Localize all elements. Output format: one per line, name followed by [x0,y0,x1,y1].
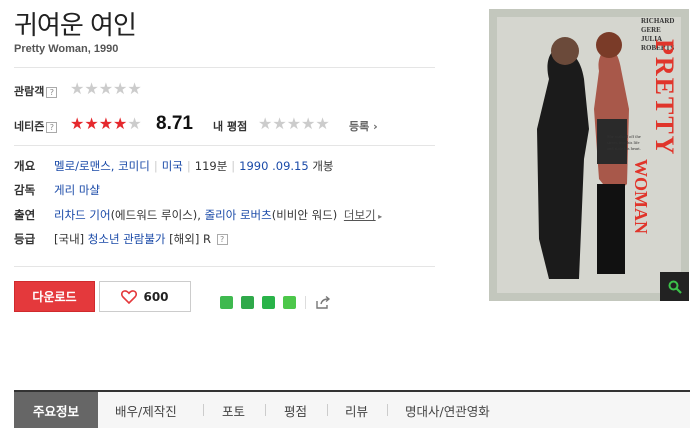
poster-credit-1: RICHARD GERE [641,17,675,34]
search-icon [668,280,682,294]
genre-separator: , [110,159,119,173]
cast-row: 출연 리차드 기어(에드워드 루이스), 줄리아 로버츠(비비안 워드) 더보기 … [14,207,382,223]
movie-poster[interactable]: RICHARD GERE JULIA ROBERTS PRETTY WOMAN … [489,9,689,301]
star-icon: ★ [258,114,273,133]
audience-label-text: 관람객 [14,85,45,98]
tab-cast-crew[interactable]: 배우/제작진 [115,392,177,428]
cast-role-1: (에드워드 루이스), [110,208,205,222]
director-label: 감독 [14,183,36,197]
tab-rating[interactable]: 평점 [284,392,307,428]
tab-separator [203,404,204,416]
like-button[interactable]: 600 [99,281,191,312]
help-icon[interactable]: ? [46,86,58,98]
director-link[interactable]: 게리 마샬 [54,183,100,197]
poster-tagline: She walked off the street, into his life… [607,134,641,151]
poster-title-word-2: WOMAN [631,159,651,234]
caret-right-icon: ▸ [375,212,383,221]
my-rating-stars[interactable]: ★★★★★ [258,116,330,132]
netizen-score: 8.71 [156,113,193,134]
chevron-right-icon: › [373,120,378,133]
divider [305,296,306,309]
poster-title: PRETTY [649,39,679,289]
director-row: 감독 게리 마샬 [14,182,100,198]
help-icon[interactable]: ? [216,234,228,245]
grade-domestic-prefix: [국내] [54,232,88,246]
help-icon[interactable]: ? [46,121,58,133]
tab-review[interactable]: 리뷰 [345,392,368,428]
netizen-label-text: 네티즌 [14,120,45,133]
grade-domestic-link[interactable]: 청소년 관람불가 [88,232,166,246]
release-suffix: 개봉 [308,159,334,173]
star-icon: ★ [301,114,316,133]
netizen-stars: ★★★★★ [70,116,142,132]
star-icon: ★ [98,114,114,133]
country-link[interactable]: 미국 [162,159,183,173]
audience-rating-label: 관람객? [14,83,58,99]
tab-separator [387,404,388,416]
star-icon: ★ [127,79,142,98]
cast-role-2: (비비안 워드) [271,208,338,222]
star-icon: ★ [286,114,302,133]
tab-separator [265,404,266,416]
my-rating-label: 내 평점 [213,120,248,133]
star-icon: ★ [127,114,142,133]
grade-label: 등급 [14,232,36,246]
cast-link-1[interactable]: 리차드 기어 [54,208,111,222]
divider [14,145,435,146]
genre-link-romance[interactable]: 멜로/로맨스 [54,159,111,173]
cafe-icon[interactable] [241,296,254,309]
runtime: 119분 [194,159,228,173]
line-icon[interactable] [283,296,296,309]
separator: | [186,159,191,173]
overview-label: 개요 [14,159,36,173]
tab-bar: 주요정보 배우/제작진 포토 평점 리뷰 명대사/연관영화 [14,390,690,428]
star-icon: ★ [84,114,99,133]
star-icon: ★ [315,114,330,133]
grade-row: 등급 [국내] 청소년 관람불가 [해외] R ? [14,231,228,247]
register-label: 등록 [349,120,370,133]
band-icon[interactable] [262,296,275,309]
more-cast-link[interactable]: 더보기 [344,208,376,222]
poster-title-word-1: PRETTY [650,39,679,157]
heart-icon [121,289,138,304]
genre-link-comedy[interactable]: 코미디 [118,159,150,173]
tab-separator [327,404,328,416]
tab-photo[interactable]: 포토 [222,392,245,428]
cast-link-2[interactable]: 줄리아 로버츠 [205,208,272,222]
star-icon: ★ [113,114,128,133]
tab-main-info[interactable]: 주요정보 [14,392,98,428]
like-count: 600 [143,289,169,304]
separator: | [153,159,158,173]
movie-subtitle: Pretty Woman, 1990 [14,43,119,55]
star-icon: ★ [113,79,128,98]
blog-icon[interactable] [220,296,233,309]
share-icon[interactable] [315,295,331,310]
star-icon: ★ [70,114,85,133]
divider [14,266,435,267]
divider [14,67,435,68]
star-icon: ★ [272,114,287,133]
release-date-link[interactable]: 1990 .09.15 [239,159,309,173]
separator: | [231,159,236,173]
tab-quotes-related[interactable]: 명대사/연관영화 [405,392,490,428]
star-icon: ★ [98,79,114,98]
poster-title-2: WOMAN [629,159,651,289]
overview-row: 개요 멜로/로맨스, 코미디 | 미국 | 119분 | 1990 .09.15 개봉 [14,158,334,174]
cast-label: 출연 [14,208,36,222]
netizen-rating-label: 네티즌? [14,118,58,134]
download-button[interactable]: 다운로드 [14,281,95,312]
star-icon: ★ [84,79,99,98]
audience-stars: ★★★★★ [70,81,142,97]
grade-foreign: [해외] R [165,232,211,246]
star-icon: ★ [70,79,85,98]
register-rating-link[interactable]: 등록 › [349,118,378,134]
movie-title: 귀여운 여인 [14,11,137,41]
zoom-button[interactable] [660,272,689,301]
